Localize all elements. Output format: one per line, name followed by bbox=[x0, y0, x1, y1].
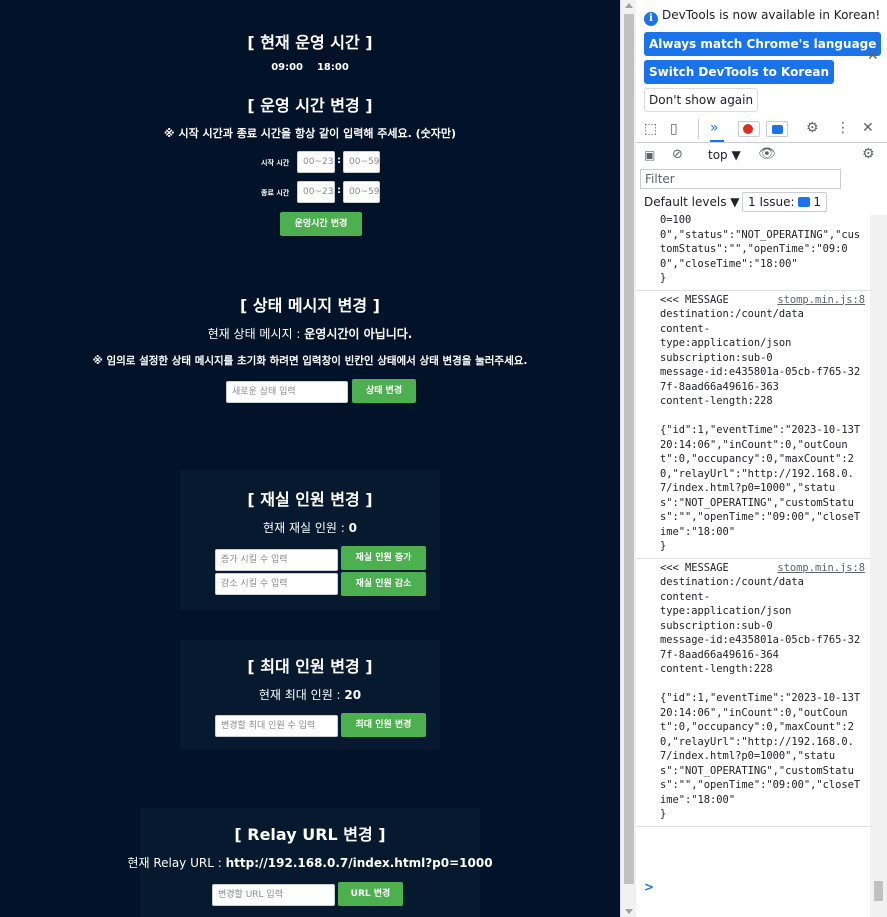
switch-korean-button[interactable]: Switch DevTools to Korean bbox=[644, 60, 835, 84]
issue-icon bbox=[772, 125, 783, 134]
device-toggle-icon[interactable]: ▯ bbox=[670, 121, 678, 137]
start-hour-input[interactable]: 00~23 bbox=[297, 151, 335, 173]
message-body: destination:/count/data content- type:ap… bbox=[660, 576, 861, 820]
scroll-down-arrow-icon[interactable] bbox=[625, 909, 633, 914]
start-minute-input[interactable]: 00~59 bbox=[343, 151, 380, 173]
increase-input[interactable]: 증가 시킬 수 입력 bbox=[215, 549, 338, 571]
language-banner: i DevTools is now available in Korean! bbox=[644, 8, 880, 26]
max-count-title: [ 최대 인원 변경 ] bbox=[247, 657, 373, 676]
kebab-menu-icon[interactable]: ⋮ bbox=[836, 120, 850, 136]
context-selector[interactable]: top ▼ bbox=[708, 148, 741, 162]
relay-input[interactable]: 변경할 URL 입력 bbox=[212, 884, 335, 906]
current-max-value: 20 bbox=[344, 688, 362, 702]
end-minute-input[interactable]: 00~59 bbox=[343, 181, 380, 203]
current-hours-title: [ 현재 운영 시간 ] bbox=[247, 33, 373, 52]
end-time-label: 종료 시간 bbox=[261, 189, 290, 197]
status-title: [ 상태 메시지 변경 ] bbox=[240, 296, 380, 315]
issues-badge[interactable] bbox=[766, 121, 788, 137]
info-icon: i bbox=[644, 12, 658, 26]
occupancy-title: [ 재실 인원 변경 ] bbox=[247, 490, 373, 509]
scroll-up-arrow-icon[interactable] bbox=[625, 3, 633, 8]
console-output: 0=100 0","status":"NOT_OPERATING","custo… bbox=[636, 215, 871, 895]
page-scrollbar[interactable] bbox=[620, 0, 636, 917]
message-header: <<< MESSAGE bbox=[660, 293, 729, 306]
current-hours: 09:00 18:00 bbox=[0, 62, 620, 73]
relay-title: [ Relay URL 변경 ] bbox=[234, 825, 386, 844]
close-time: 18:00 bbox=[316, 62, 349, 73]
current-occupancy: 현재 재실 인원 : 0 bbox=[0, 519, 620, 536]
message-header: <<< MESSAGE bbox=[660, 561, 729, 574]
console-message: stomp.min.js:8 <<< MESSAGE destination:/c… bbox=[636, 559, 871, 827]
start-colon: : bbox=[337, 155, 341, 166]
change-max-button[interactable]: 최대 인원 변경 bbox=[341, 713, 426, 737]
hours-note: ※ 시작 시간과 종료 시간을 항상 같이 입력해 주세요. (숫자만) bbox=[163, 127, 457, 140]
devtools-panel: i DevTools is now available in Korean! Al… bbox=[636, 0, 887, 917]
decrease-input[interactable]: 감소 시킬 수 입력 bbox=[215, 573, 338, 595]
current-status: 현재 상태 메시지 : 운영시간이 아닙니다. bbox=[0, 325, 620, 342]
current-relay: 현재 Relay URL : http://192.168.0.7/index.… bbox=[0, 854, 620, 871]
console-settings-icon[interactable]: ⚙ bbox=[862, 146, 875, 162]
issue-counter[interactable]: 1 Issue: 1 bbox=[742, 192, 827, 212]
increase-occupancy-button[interactable]: 재실 인원 증가 bbox=[341, 546, 426, 570]
current-max-label: 현재 최대 인원 : bbox=[258, 688, 345, 702]
settings-gear-icon[interactable]: ⚙ bbox=[806, 120, 819, 136]
admin-page: [ 현재 운영 시간 ] 09:00 18:00 [ 운영 시간 변경 ] ※ … bbox=[0, 0, 620, 917]
open-time: 09:00 bbox=[271, 62, 304, 73]
end-colon: : bbox=[337, 185, 341, 196]
sidebar-toggle-icon[interactable]: ▣ bbox=[644, 147, 655, 163]
issue-square-icon bbox=[798, 197, 811, 207]
console-scroll-thumb[interactable] bbox=[874, 881, 883, 901]
status-note: ※ 임의로 설정한 상태 메시지를 초기화 하려면 입력창이 빈칸인 상태에서 … bbox=[92, 355, 528, 367]
current-occupancy-value: 0 bbox=[348, 521, 357, 535]
message-source-link[interactable]: stomp.min.js:8 bbox=[777, 293, 865, 308]
console-message: 0=100 0","status":"NOT_OPERATING","custo… bbox=[636, 215, 871, 291]
message-body: 0=100 0","status":"NOT_OPERATING","custo… bbox=[660, 215, 861, 284]
banner-close-icon[interactable]: ✕ bbox=[867, 48, 879, 64]
issue-count: 1 bbox=[813, 195, 821, 209]
error-icon bbox=[743, 124, 753, 134]
dont-show-button[interactable]: Don't show again bbox=[644, 88, 759, 112]
change-hours-button[interactable]: 운영시간 변경 bbox=[280, 212, 362, 236]
console-toolbar: ▣ ⊘ top ▼ 👁 ⚙ bbox=[636, 143, 887, 167]
start-time-label: 시작 시간 bbox=[261, 159, 290, 167]
scrollbar-thumb[interactable] bbox=[624, 14, 634, 884]
change-status-button[interactable]: 상태 변경 bbox=[352, 379, 416, 403]
eye-icon[interactable]: 👁 bbox=[758, 146, 776, 162]
change-hours-title: [ 운영 시간 변경 ] bbox=[247, 96, 373, 115]
current-occupancy-label: 현재 재실 인원 : bbox=[263, 521, 349, 535]
banner-text: DevTools is now available in Korean! bbox=[662, 8, 881, 22]
message-source-link[interactable]: stomp.min.js:8 bbox=[777, 561, 865, 576]
close-devtools-icon[interactable]: ✕ bbox=[862, 120, 874, 136]
end-hour-input[interactable]: 00~23 bbox=[297, 181, 335, 203]
max-count-input[interactable]: 변경할 최대 인원 수 입력 bbox=[215, 715, 338, 737]
log-levels-dropdown[interactable]: Default levels ▼ bbox=[644, 195, 740, 209]
always-match-button[interactable]: Always match Chrome's language bbox=[644, 32, 882, 56]
errors-badge[interactable] bbox=[738, 121, 760, 137]
current-relay-value: http://192.168.0.7/index.html?p0=1000 bbox=[225, 856, 493, 870]
current-relay-label: 현재 Relay URL : bbox=[127, 856, 226, 870]
decrease-occupancy-button[interactable]: 재실 인원 감소 bbox=[341, 572, 426, 596]
active-tab-indicator bbox=[710, 140, 724, 142]
current-max-count: 현재 최대 인원 : 20 bbox=[0, 686, 620, 703]
console-message: stomp.min.js:8 <<< MESSAGE destination:/c… bbox=[636, 291, 871, 559]
current-status-label: 현재 상태 메시지 : bbox=[207, 327, 305, 341]
filter-input[interactable]: Filter bbox=[640, 169, 841, 189]
status-input[interactable]: 새로운 상태 입력 bbox=[226, 381, 348, 403]
toolbar-divider bbox=[698, 119, 699, 139]
console-scrollbar[interactable] bbox=[870, 215, 887, 917]
inspect-icon[interactable]: ⬚ bbox=[644, 121, 657, 137]
message-body: destination:/count/data content- type:ap… bbox=[660, 308, 861, 552]
console-prompt[interactable]: > bbox=[644, 880, 654, 894]
issue-label: 1 Issue: bbox=[748, 195, 795, 209]
clear-console-icon[interactable]: ⊘ bbox=[672, 147, 683, 163]
current-status-value: 운영시간이 아닙니다. bbox=[304, 327, 413, 341]
more-tabs-icon[interactable]: » bbox=[710, 120, 719, 136]
devtools-toolbar: ⬚ ▯ » ⚙ ⋮ ✕ bbox=[636, 115, 887, 143]
change-url-button[interactable]: URL 변경 bbox=[338, 882, 403, 906]
